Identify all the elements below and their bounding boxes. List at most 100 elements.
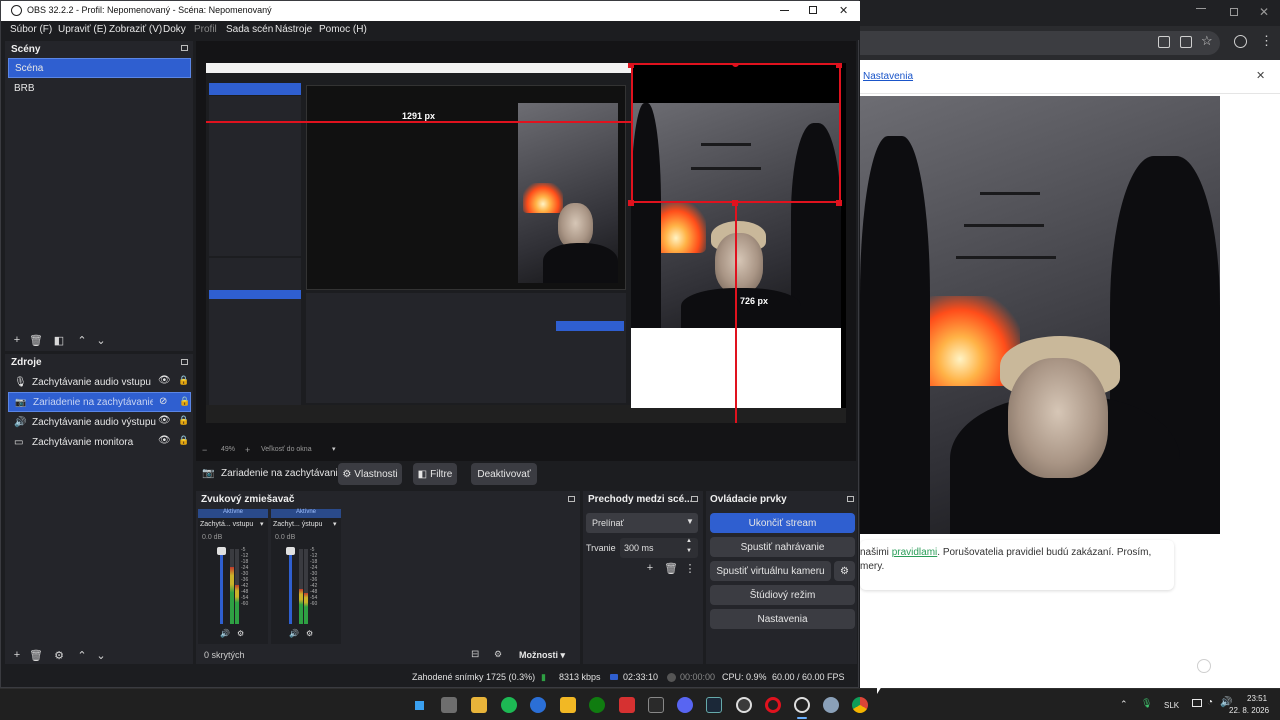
profile-icon[interactable] <box>1234 35 1247 48</box>
epic-games-icon[interactable] <box>648 697 664 713</box>
tray-mic-icon[interactable]: 🎙 <box>1141 698 1152 709</box>
chat-rules-link[interactable]: pravidlami <box>892 547 938 558</box>
audio-settings-icon[interactable]: ⚙ <box>306 629 313 638</box>
scene-item-brb[interactable]: BRB <box>8 78 191 98</box>
clock-time[interactable]: 23:51 <box>1247 694 1267 703</box>
chevron-down-icon[interactable]: ▾ <box>332 445 336 453</box>
emoji-icon[interactable] <box>1197 659 1211 673</box>
source-item-audio-output[interactable]: 🔊 Zachytávanie audio výstupu 👁 🔒 <box>8 412 191 432</box>
visibility-eye-icon[interactable]: 👁 <box>158 375 171 386</box>
maximize-icon[interactable] <box>1230 8 1238 16</box>
settings-app-icon[interactable] <box>736 697 752 713</box>
stop-stream-button[interactable]: Ukončiť stream <box>710 513 855 533</box>
file-explorer-icon[interactable] <box>471 697 487 713</box>
tray-chevron-icon[interactable]: ⌃ <box>1120 699 1128 710</box>
tray-display-icon[interactable] <box>1192 699 1202 707</box>
menu-view[interactable]: Zobraziť (V) <box>109 24 162 35</box>
volume-handle[interactable] <box>286 547 295 555</box>
transform-handle-tl[interactable] <box>628 63 634 68</box>
zoom-mode-select[interactable]: Veľkosť do okna <box>261 446 312 453</box>
lock-icon[interactable]: 🔒 <box>178 415 189 426</box>
mute-speaker-icon[interactable]: 🔊 <box>220 629 230 638</box>
transform-handle-br[interactable] <box>836 200 842 206</box>
add-transition-button[interactable]: + <box>643 561 657 575</box>
volume-slider[interactable] <box>220 549 223 624</box>
minimize-icon[interactable] <box>780 10 789 11</box>
source-properties-button[interactable]: ⚙ <box>52 648 66 662</box>
virtual-camera-settings-button[interactable]: ⚙ <box>834 561 855 581</box>
scene-filters-button[interactable]: ◧ <box>52 333 66 347</box>
discord-icon[interactable] <box>677 697 693 713</box>
move-scene-down-button[interactable]: ⌄ <box>94 333 108 347</box>
remove-transition-button[interactable]: 🗑 <box>664 561 678 575</box>
visibility-hidden-icon[interactable]: ⊘ <box>159 396 167 407</box>
mixer-layout-icon[interactable]: ⊟ <box>471 649 479 660</box>
preview-area[interactable]: 1291 px 726 px − 49% + Veľkosť do okna ▾ <box>196 41 856 461</box>
menu-docks[interactable]: Doky <box>163 24 186 35</box>
clock-date[interactable]: 22. 8. 2026 <box>1229 706 1269 715</box>
dock-float-icon[interactable] <box>691 496 698 502</box>
deactivate-button[interactable]: Deaktivovať <box>471 463 537 485</box>
opera-icon[interactable] <box>765 697 781 713</box>
maximize-icon[interactable] <box>809 6 817 14</box>
menu-edit[interactable]: Upraviť (E) <box>58 24 107 35</box>
menu-scene-collection[interactable]: Sada scén <box>226 24 273 35</box>
menu-kebab-icon[interactable]: ⋮ <box>1260 33 1273 49</box>
dock-float-icon[interactable] <box>847 496 854 502</box>
close-icon[interactable]: ✕ <box>1259 5 1269 19</box>
menu-help[interactable]: Pomoc (H) <box>319 24 367 35</box>
minimize-icon[interactable] <box>1196 8 1206 9</box>
lock-icon[interactable]: 🔒 <box>178 375 189 386</box>
spotify-icon[interactable] <box>501 697 517 713</box>
start-recording-button[interactable]: Spustiť nahrávanie <box>710 537 855 557</box>
lock-icon[interactable]: 🔒 <box>179 396 190 407</box>
add-scene-button[interactable]: + <box>10 333 24 347</box>
source-item-audio-input[interactable]: 🎙 Zachytávanie audio vstupu 👁 🔒 <box>8 372 191 392</box>
visibility-eye-icon[interactable]: 👁 <box>158 415 171 426</box>
move-source-up-button[interactable]: ⌃ <box>75 648 89 662</box>
duration-input[interactable]: 300 ms ▲ ▼ <box>620 538 698 558</box>
transition-select[interactable]: Prelínať ▼ <box>586 513 698 533</box>
chrome-icon[interactable] <box>852 697 868 713</box>
bookmark-star-icon[interactable]: ☆ <box>1201 33 1213 49</box>
rockstar-icon[interactable] <box>560 697 576 713</box>
zoom-in-icon[interactable]: + <box>245 445 250 455</box>
menu-profile[interactable]: Profil <box>194 24 217 35</box>
zoom-out-icon[interactable]: − <box>202 445 207 455</box>
audio-settings-icon[interactable]: ⚙ <box>237 629 244 638</box>
transform-handle-bl[interactable] <box>628 200 634 206</box>
visibility-eye-icon[interactable]: 👁 <box>158 435 171 446</box>
start-virtual-camera-button[interactable]: Spustiť virtuálnu kameru <box>710 561 831 581</box>
infobar-settings-link[interactable]: Nastavenia <box>863 71 913 82</box>
properties-button[interactable]: ⚙ Vlastnosti <box>338 463 402 485</box>
mixer-options-button[interactable]: Možnosti ▾ <box>519 650 565 661</box>
channel-menu-icon[interactable]: ▾ <box>260 520 264 528</box>
tray-wifi-icon[interactable]: ◔ <box>1207 697 1213 708</box>
close-icon[interactable]: ✕ <box>839 4 848 17</box>
windows-start-icon[interactable] <box>412 698 427 713</box>
obs-icon[interactable] <box>794 697 810 713</box>
menu-file[interactable]: Súbor (F) <box>10 24 52 35</box>
dock-float-icon[interactable] <box>568 496 575 502</box>
add-source-button[interactable]: + <box>10 648 24 662</box>
mixer-advanced-icon[interactable]: ⚙ <box>494 649 502 660</box>
transform-handle-tr[interactable] <box>836 63 842 68</box>
remove-source-button[interactable]: 🗑 <box>29 648 43 662</box>
steam-icon[interactable] <box>706 697 722 713</box>
spin-up-icon[interactable]: ▲ <box>686 538 692 544</box>
gear-icon[interactable] <box>823 697 839 713</box>
transform-handle-bottom[interactable] <box>732 200 738 206</box>
translate-icon[interactable] <box>1158 36 1170 48</box>
menu-tools[interactable]: Nástroje <box>275 24 312 35</box>
dock-float-icon[interactable] <box>181 45 188 51</box>
transition-menu-icon[interactable]: ⋮ <box>683 561 697 575</box>
mute-speaker-icon[interactable]: 🔊 <box>289 629 299 638</box>
move-scene-up-button[interactable]: ⌃ <box>75 333 89 347</box>
source-item-monitor-capture[interactable]: ▭ Zachytávanie monitora 👁 🔒 <box>8 432 191 452</box>
volume-handle[interactable] <box>217 547 226 555</box>
settings-button[interactable]: Nastavenia <box>710 609 855 629</box>
infobar-close-icon[interactable]: ✕ <box>1256 69 1265 82</box>
scene-item-scena[interactable]: Scéna <box>8 58 191 78</box>
language-indicator[interactable]: SLK <box>1164 701 1179 710</box>
launcher-icon[interactable] <box>530 697 546 713</box>
